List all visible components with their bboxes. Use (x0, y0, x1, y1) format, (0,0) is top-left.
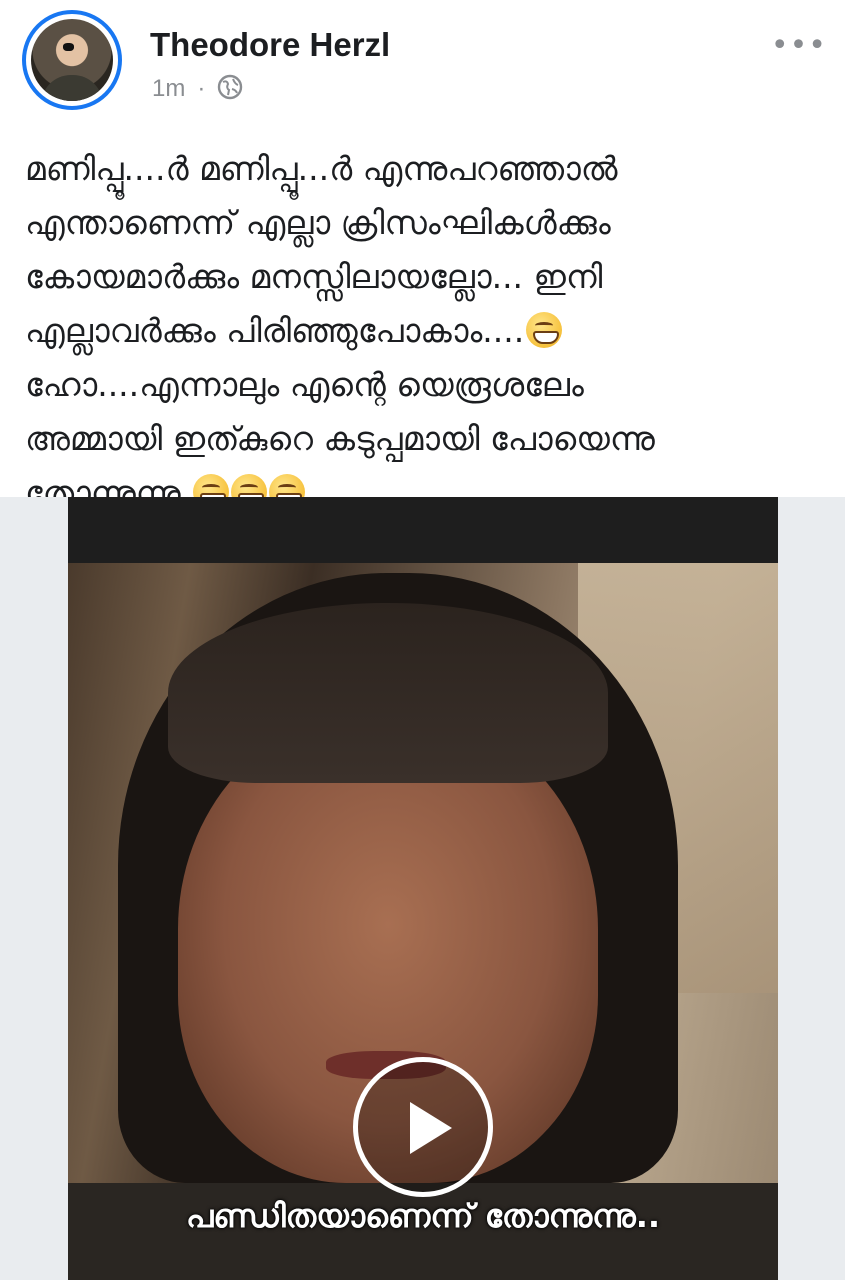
avatar-jacket (41, 75, 103, 101)
eye-patch (63, 43, 74, 51)
globe-icon[interactable] (217, 74, 243, 107)
post-meta: 1m · (152, 74, 243, 107)
post-text: മണിപ്പൂ....ർ മണിപ്പൂ...ർ എന്നുപറഞ്ഞാൽ എന… (25, 142, 825, 520)
post-media: പണ്ഡിതയാണെന്ന് തോന്നുന്നു.. (0, 497, 845, 1280)
post-text-line6: അമ്മായി ഇത്കുറെ കടുപ്പമായി പോയെന്നു (25, 419, 655, 458)
play-icon[interactable] (353, 1057, 493, 1197)
grinning-face-emoji (526, 312, 563, 348)
more-options-icon[interactable]: ••• (771, 28, 827, 63)
person-bangs (168, 603, 608, 783)
post-timestamp[interactable]: 1m (152, 75, 185, 102)
author-name[interactable]: Theodore Herzl (150, 26, 390, 64)
author-avatar[interactable] (22, 10, 122, 110)
video-top-bar (68, 497, 778, 563)
avatar-photo (31, 19, 113, 101)
meta-separator: · (197, 75, 206, 102)
post-header: Theodore Herzl 1m · ••• (0, 0, 845, 130)
video-caption: പണ്ഡിതയാണെന്ന് തോന്നുന്നു.. (185, 1197, 661, 1235)
video-player[interactable]: പണ്ഡിതയാണെന്ന് തോന്നുന്നു.. (68, 497, 778, 1280)
post-text-line5: ഹോ....എന്നാലും എന്റെ യെരൂശലേം (25, 365, 584, 404)
